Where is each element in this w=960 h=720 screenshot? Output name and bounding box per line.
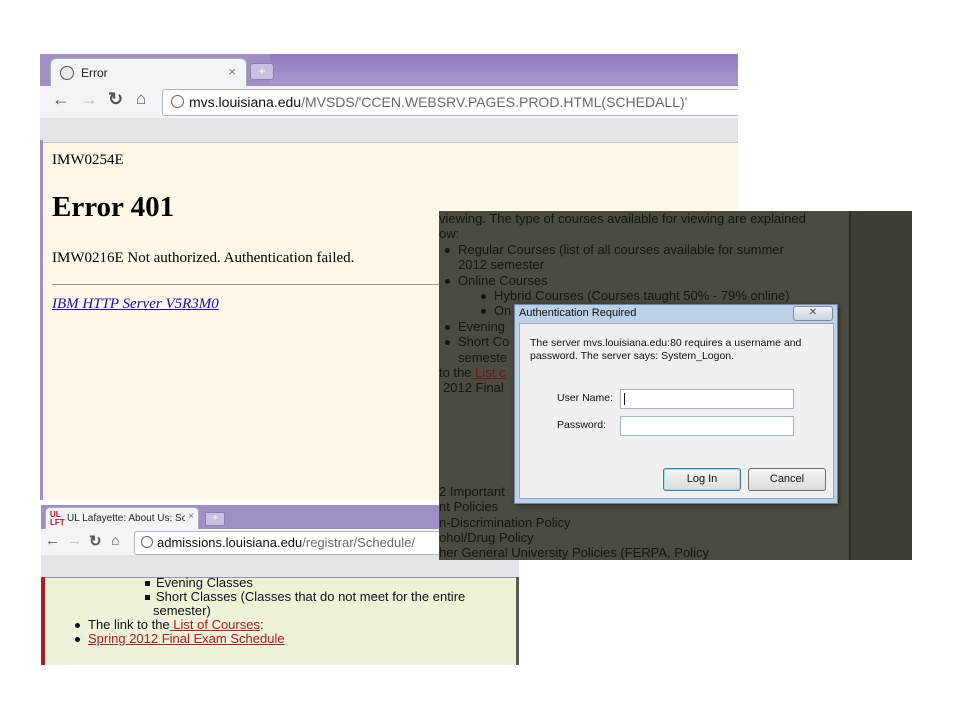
divider <box>52 284 452 285</box>
list-item-text: Evening <box>458 319 505 334</box>
bookmarks-bar <box>40 118 738 143</box>
close-tab-icon[interactable]: × <box>188 511 194 522</box>
bullet-icon <box>145 595 150 601</box>
page-text: ow: <box>439 226 460 241</box>
home-icon[interactable]: ⌂ <box>136 89 146 109</box>
bullet-icon <box>445 325 450 331</box>
list-item-text: Online Courses <box>458 273 548 288</box>
forward-arrow-icon[interactable]: → <box>67 532 82 549</box>
ul-logo-icon: UL LFT <box>50 511 65 527</box>
list-item: Spring 2012 Final Exam Schedule <box>75 631 285 646</box>
home-icon[interactable]: ⌂ <box>111 532 119 548</box>
back-arrow-icon[interactable]: ← <box>45 532 60 549</box>
bullet-icon <box>75 623 80 629</box>
authentication-dialog: Authentication Required ✕ The server mvs… <box>514 304 838 504</box>
list-item: The link to the List of Courses: <box>75 617 264 632</box>
username-field[interactable] <box>620 389 794 409</box>
list-item: Short Co <box>445 334 509 349</box>
list-item-suffix: : <box>259 617 264 632</box>
list-item-text: Short Classes (Classes that do not meet … <box>156 589 466 604</box>
tab-title: UL Lafayette: About Us: Sch <box>67 513 185 524</box>
url-host: mvs.louisiana.edu <box>189 94 302 110</box>
page-text: 2 Important <box>439 484 505 499</box>
globe-icon <box>141 536 153 548</box>
url-text: admissions.louisiana.edu/registrar/Sched… <box>157 535 415 550</box>
login-button[interactable]: Log In <box>663 468 741 491</box>
page-text: to the List c <box>439 365 506 380</box>
page-right-border <box>516 577 519 665</box>
bullet-icon <box>75 637 80 643</box>
page-text: viewing. The type of courses available f… <box>439 211 806 226</box>
address-bar[interactable]: mvs.louisiana.edu/MVSDS/'CCEN.WEBSRV.PAG… <box>162 89 738 116</box>
page-text: semeste <box>458 350 508 365</box>
bullet-icon <box>481 309 486 315</box>
forward-arrow-icon[interactable]: → <box>80 89 98 110</box>
list-item-text: Evening Classes <box>156 575 253 590</box>
new-tab-button[interactable]: + <box>205 512 225 526</box>
tab-strip <box>270 54 738 84</box>
error-message: IMW0216E Not authorized. Authentication … <box>52 250 355 266</box>
page-text: 2012 Final <box>443 380 504 395</box>
bullet-icon <box>445 248 450 254</box>
list-item: Evening Classes <box>145 575 253 590</box>
page-text: her General University Policies (FERPA, … <box>439 545 709 560</box>
list-item-text: Hybrid Courses (Courses taught 50% - 79%… <box>494 288 790 303</box>
dialog-title: Authentication Required <box>519 307 637 319</box>
back-arrow-icon[interactable]: ← <box>52 89 70 110</box>
list-item-text: Short Co <box>458 334 510 349</box>
final-exam-schedule-link[interactable]: Spring 2012 Final Exam Schedule <box>88 631 285 646</box>
bullet-icon <box>481 294 486 300</box>
page-text: 2012 semester <box>458 257 544 272</box>
page-title: Error 401 <box>52 191 175 223</box>
list-item-text: On <box>494 303 512 318</box>
list-item: On <box>481 303 511 318</box>
reload-icon[interactable]: ↻ <box>108 89 123 110</box>
dialog-body: The server mvs.louisiana.edu:80 requires… <box>519 323 834 499</box>
list-item: Short Classes (Classes that do not meet … <box>145 589 465 604</box>
close-icon[interactable]: ✕ <box>793 306 833 321</box>
ul-logo-bottom: LFT <box>50 518 65 527</box>
bullet-icon <box>445 340 450 346</box>
list-item: Online Courses <box>445 273 548 288</box>
password-label: Password: <box>557 419 607 431</box>
bullet-icon <box>145 581 150 587</box>
list-item-continuation: semester) <box>153 603 211 618</box>
list-item-text: Regular Courses (list of all courses ava… <box>458 242 784 257</box>
url-path: /MVSDS/'CCEN.WEBSRV.PAGES.PROD.HTML(SCHE… <box>301 94 688 110</box>
list-item-text: The link to the <box>88 617 170 632</box>
list-item: Evening <box>445 319 505 334</box>
message-code: IMW0254E <box>52 152 124 168</box>
list-of-courses-link[interactable]: List of Courses <box>170 617 260 632</box>
page-text: ohol/Drug Policy <box>439 530 534 545</box>
dialog-message: The server mvs.louisiana.edu:80 requires… <box>530 337 802 362</box>
page-side-column <box>851 211 912 560</box>
new-tab-button[interactable]: + <box>250 63 274 80</box>
page-text-prefix: to the <box>439 365 472 380</box>
dimmed-page-with-auth-dialog: viewing. The type of courses available f… <box>439 211 912 560</box>
cancel-button[interactable]: Cancel <box>748 468 826 491</box>
server-link[interactable]: IBM HTTP Server V5R3M0 <box>52 296 219 313</box>
page-content: Evening Classes Short Classes (Classes t… <box>45 575 516 665</box>
page-text: n-Discrimination Policy <box>439 515 571 530</box>
list-of-courses-link[interactable]: List c <box>472 365 505 380</box>
list-item: Hybrid Courses (Courses taught 50% - 79%… <box>481 288 790 303</box>
reload-icon[interactable]: ↻ <box>89 532 102 550</box>
close-tab-icon[interactable]: × <box>228 64 236 79</box>
list-item: Regular Courses (list of all courses ava… <box>445 242 784 257</box>
username-label: User Name: <box>557 392 614 404</box>
page-text: nt Policies <box>439 499 499 514</box>
url-text: mvs.louisiana.edu/MVSDS/'CCEN.WEBSRV.PAG… <box>189 94 687 110</box>
tab-error[interactable]: Error × <box>50 58 247 87</box>
tab-title: Error <box>81 66 108 80</box>
text-cursor <box>624 393 625 405</box>
bullet-icon <box>445 279 450 285</box>
url-path: /registrar/Schedule/ <box>302 535 415 550</box>
toolbar: ← → ↻ ⌂ mvs.louisiana.edu/MVSDS/'CCEN.WE… <box>40 86 738 118</box>
tab-ul-lafayette[interactable]: UL LFT UL Lafayette: About Us: Sch × <box>45 507 199 530</box>
dialog-titlebar[interactable]: Authentication Required ✕ <box>515 305 837 323</box>
globe-icon <box>171 95 184 108</box>
url-host: admissions.louisiana.edu <box>157 535 303 550</box>
globe-icon <box>60 66 74 80</box>
password-field[interactable] <box>620 416 794 436</box>
